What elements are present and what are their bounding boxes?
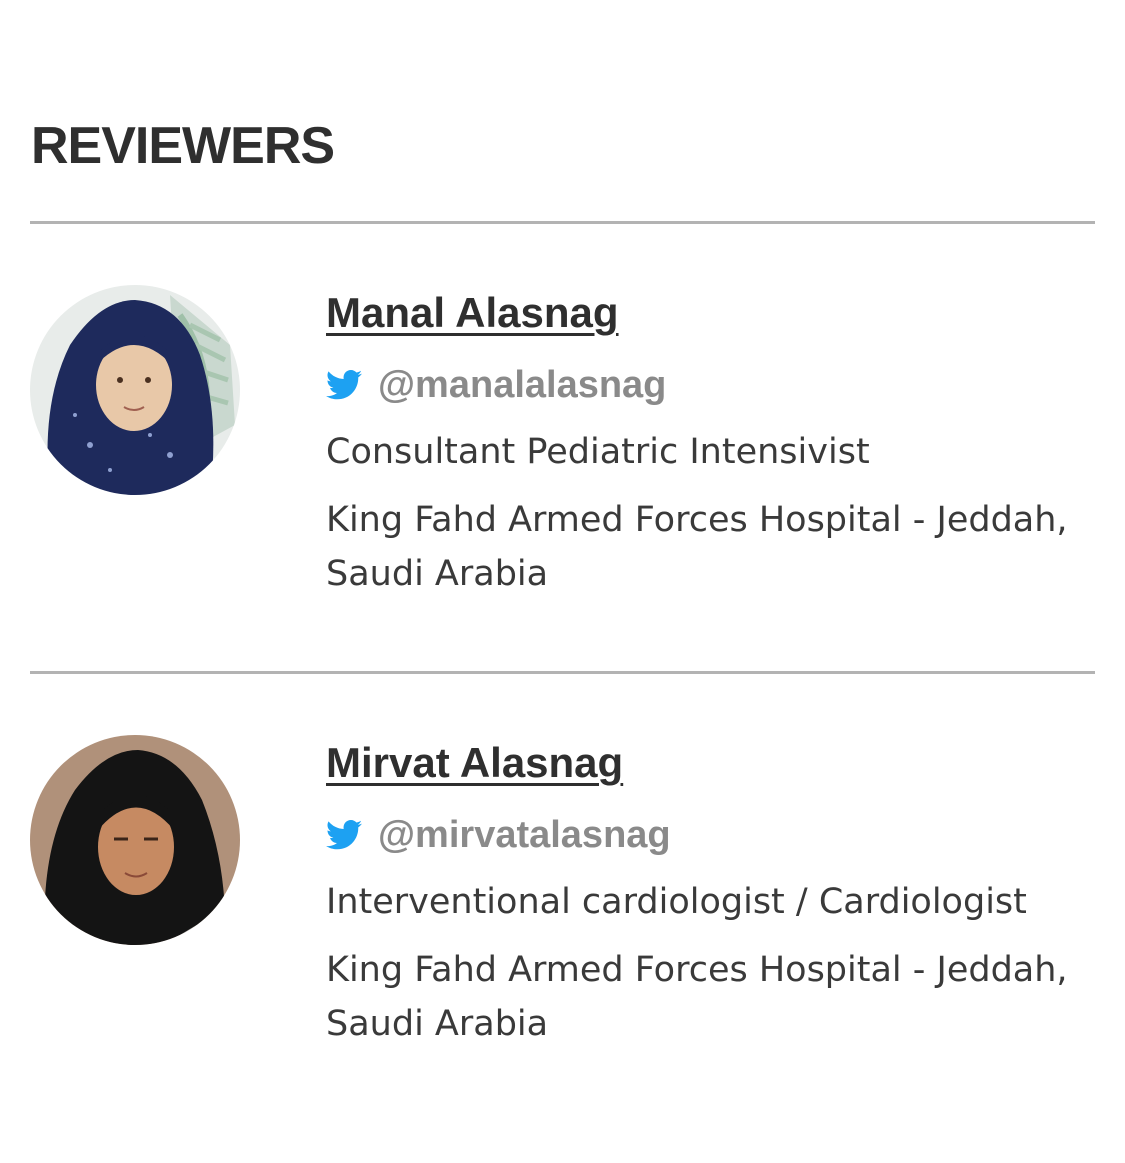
twitter-link[interactable]: @manalalasnag	[326, 363, 1086, 407]
reviewer-institution: King Fahd Armed Forces Hospital - Jeddah…	[326, 500, 1068, 594]
reviewer-info: Manal Alasnag @manalalasnag Consultant P…	[326, 285, 1086, 601]
reviewer-photo-icon	[30, 735, 240, 945]
reviewer-position: Interventional cardiologist / Cardiologi…	[326, 882, 1027, 922]
reviewer-name-link[interactable]: Mirvat Alasnag	[326, 735, 623, 791]
reviewer-name-link[interactable]: Manal Alasnag	[326, 285, 619, 341]
twitter-bird-icon	[326, 820, 362, 850]
reviewer-institution: King Fahd Armed Forces Hospital - Jeddah…	[326, 950, 1068, 1044]
twitter-handle: @manalalasnag	[378, 363, 667, 406]
section-title: REVIEWERS	[31, 117, 335, 175]
twitter-bird-icon	[326, 370, 362, 400]
twitter-handle: @mirvatalasnag	[378, 813, 671, 856]
divider	[30, 221, 1095, 224]
divider	[30, 671, 1095, 674]
reviewer-position: Consultant Pediatric Intensivist	[326, 432, 870, 472]
avatar	[30, 285, 240, 495]
avatar	[30, 735, 240, 945]
reviewer-info: Mirvat Alasnag @mirvatalasnag Interventi…	[326, 735, 1086, 1051]
reviewer-photo-icon	[30, 285, 240, 495]
twitter-link[interactable]: @mirvatalasnag	[326, 813, 1086, 857]
reviewers-page: REVIEWERS Manal Alasnag @manalalasnag Co…	[0, 0, 1125, 1163]
